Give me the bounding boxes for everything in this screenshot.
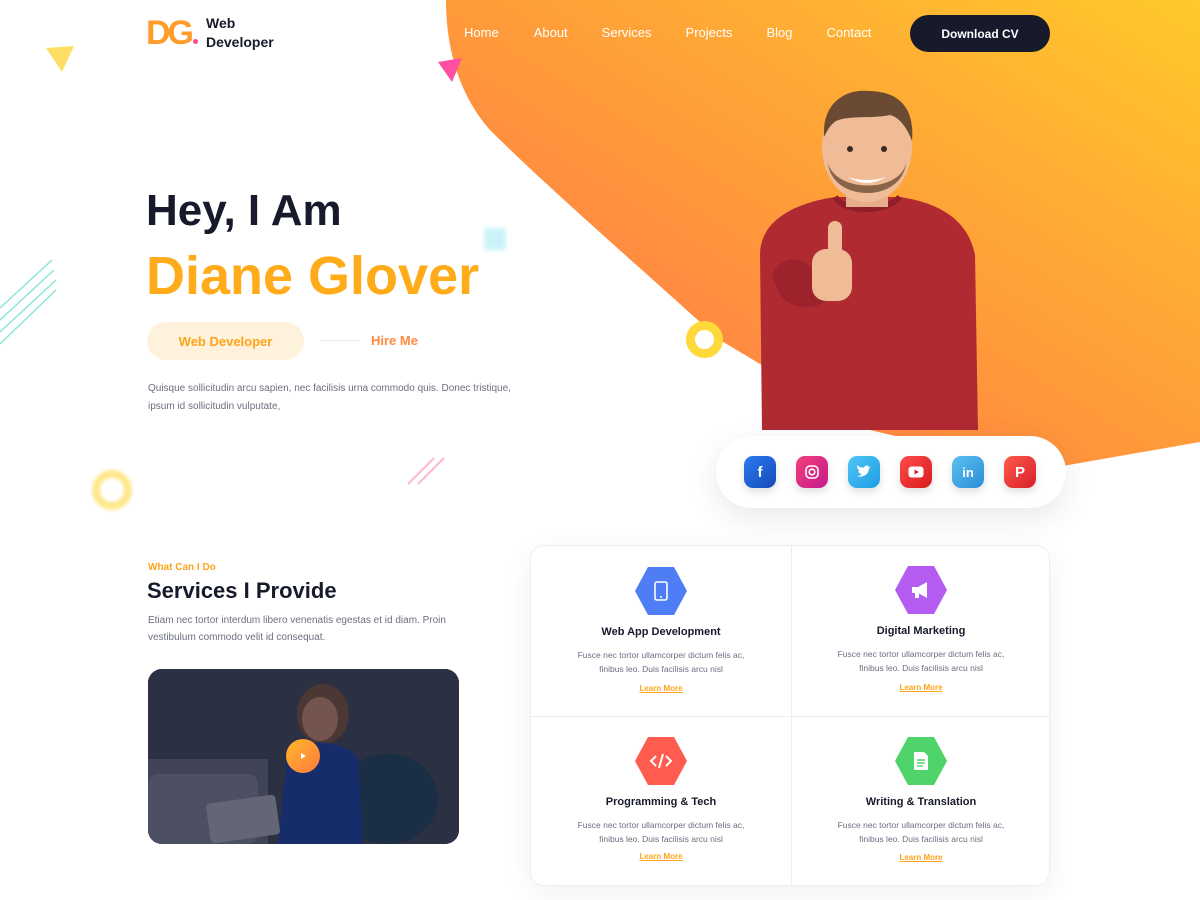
service-card-description: Fusce nec tortor ullamcorper dictum feli… (837, 649, 1005, 673)
service-card-programming[interactable]: Programming & Tech Fusce nec tortor ulla… (531, 717, 791, 887)
hero-description: Quisque sollicitudin arcu sapien, nec fa… (148, 383, 511, 412)
square-decoration (484, 228, 506, 250)
nav-home[interactable]: Home (464, 24, 499, 42)
nav-blog[interactable]: Blog (767, 24, 793, 42)
document-icon (895, 737, 947, 785)
learn-more-link[interactable]: Learn More (531, 684, 791, 693)
service-card-digital-marketing[interactable]: Digital Marketing Fusce nec tortor ullam… (791, 546, 1051, 716)
service-card-description: Fusce nec tortor ullamcorper dictum feli… (577, 820, 745, 844)
instagram-icon[interactable] (796, 456, 828, 488)
code-icon (635, 737, 687, 785)
service-card-title: Web App Development (601, 626, 721, 638)
linkedin-icon[interactable]: in (952, 456, 984, 488)
megaphone-icon (895, 566, 947, 614)
services-title: Services I Provide (147, 578, 337, 603)
ring-decoration (686, 321, 723, 358)
stripes-decoration (0, 259, 57, 345)
twitter-icon[interactable] (848, 456, 880, 488)
ring-decoration (92, 470, 132, 510)
learn-more-link[interactable]: Learn More (531, 852, 791, 861)
youtube-icon[interactable] (900, 456, 932, 488)
play-icon (301, 753, 306, 759)
developer-portrait (760, 90, 978, 430)
download-cv-button[interactable]: Download CV (910, 15, 1050, 52)
service-card-title: Programming & Tech (605, 796, 717, 808)
learn-more-link[interactable]: Learn More (791, 683, 1051, 692)
services-description: Etiam nec tortor interdum libero venenat… (148, 615, 446, 643)
hero-role-badge[interactable]: Web Developer (147, 322, 304, 360)
social-links: f in P (716, 436, 1066, 508)
triangle-decoration (438, 58, 462, 82)
brand-line-2: Developer (206, 34, 274, 50)
nav-projects[interactable]: Projects (686, 24, 733, 42)
triangle-decoration (46, 46, 74, 72)
brand-mark: DG (146, 14, 194, 52)
services-grid: Web App Development Fusce nec tortor ull… (530, 545, 1051, 887)
nav-services[interactable]: Services (602, 24, 652, 42)
play-button[interactable] (286, 739, 320, 773)
brand-dot (193, 38, 198, 44)
brand-name: Web Developer (206, 14, 274, 52)
service-card-description: Fusce nec tortor ullamcorper dictum feli… (577, 650, 745, 674)
hero-name: Diane Glover (146, 246, 480, 306)
hero-greeting: Hey, I Am (146, 186, 342, 235)
facebook-icon[interactable]: f (744, 456, 776, 488)
hire-me-button[interactable]: Hire Me (371, 333, 418, 348)
hero-divider (320, 340, 360, 341)
stripes-decoration (407, 457, 445, 485)
service-card-writing[interactable]: Writing & Translation Fusce nec tortor u… (791, 717, 1051, 887)
mobile-icon (635, 567, 687, 615)
nav-contact[interactable]: Contact (827, 24, 872, 42)
service-card-description: Fusce nec tortor ullamcorper dictum feli… (837, 820, 1005, 844)
nav-about[interactable]: About (534, 24, 568, 42)
learn-more-link[interactable]: Learn More (791, 853, 1051, 862)
brand-logo[interactable]: DG Web Developer (146, 14, 274, 52)
brand-line-1: Web (206, 15, 236, 31)
services-kicker: What Can I Do (148, 562, 216, 573)
service-card-title: Writing & Translation (865, 796, 977, 808)
pinterest-icon[interactable]: P (1004, 456, 1036, 488)
service-card-web-app[interactable]: Web App Development Fusce nec tortor ull… (531, 546, 791, 716)
service-card-title: Digital Marketing (876, 625, 966, 637)
main-nav: Home About Services Projects Blog Contac… (464, 24, 905, 42)
